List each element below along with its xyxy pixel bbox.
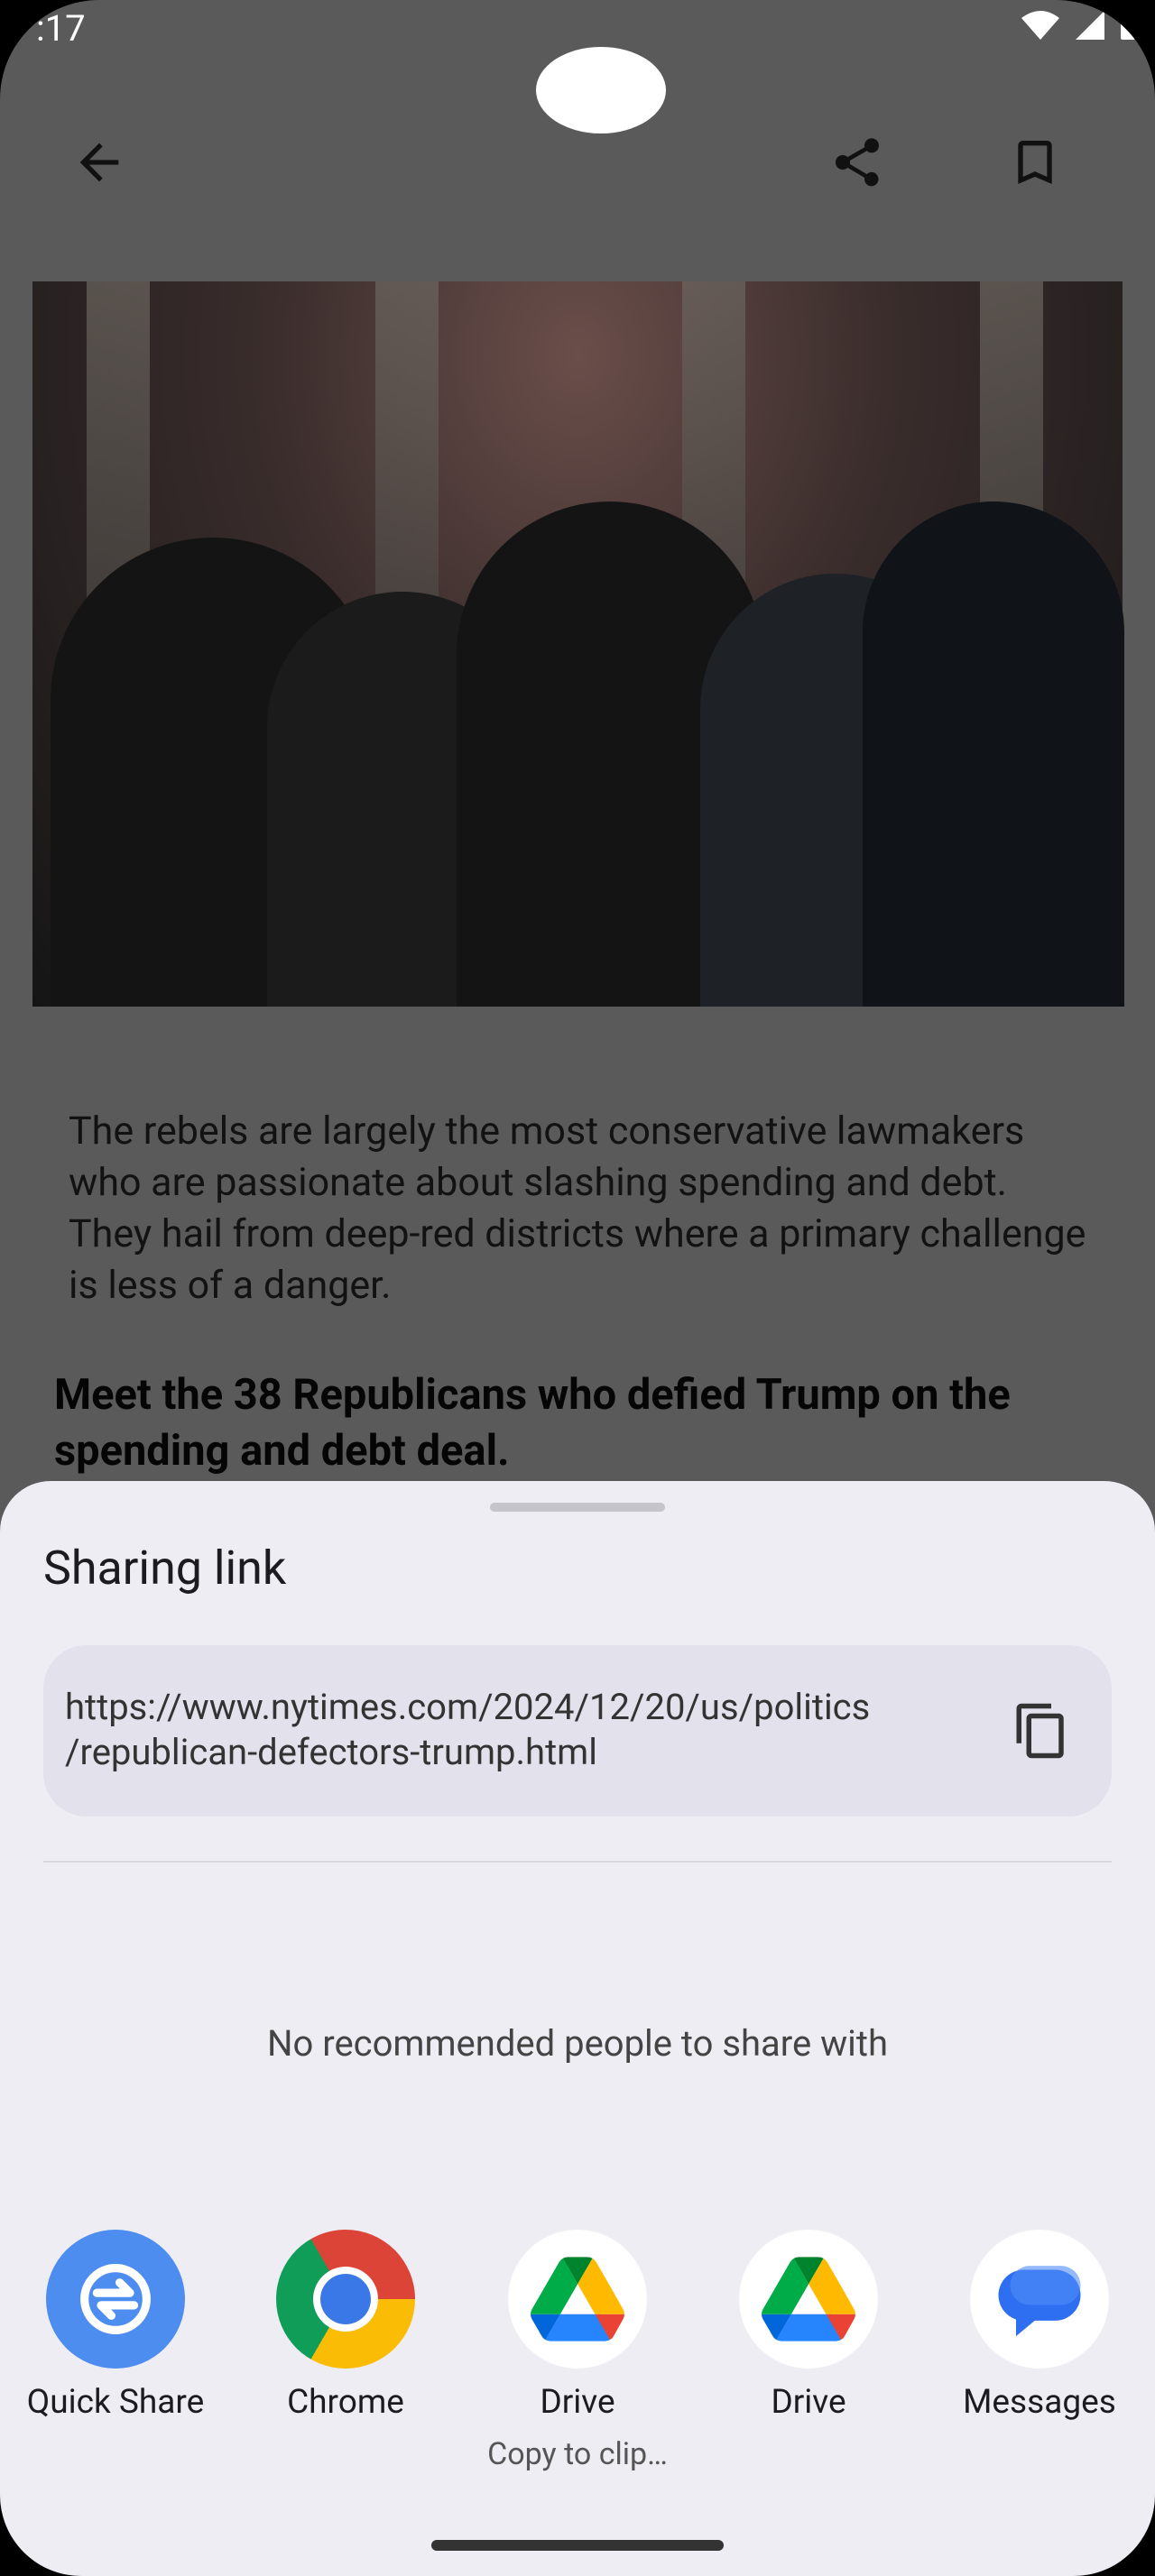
link-url-line2: /republican-defectors-trump.html bbox=[65, 1731, 597, 1773]
chrome-icon bbox=[276, 2230, 415, 2369]
quick-share-target[interactable]: Quick Share bbox=[3, 2230, 228, 2422]
status-time: :17 bbox=[36, 7, 86, 50]
bookmark-button[interactable] bbox=[999, 126, 1071, 198]
quick-share-label: Quick Share bbox=[26, 2383, 205, 2422]
chrome-label: Chrome bbox=[287, 2383, 404, 2422]
drive-label: Drive bbox=[771, 2383, 846, 2422]
phone-screen: :17 The rebels are largely the most cons… bbox=[0, 0, 1155, 2576]
link-preview: https://www.nytimes.com/2024/12/20/us/po… bbox=[43, 1645, 1112, 1817]
bookmark-icon bbox=[1018, 141, 1052, 184]
drive-sublabel: Copy to clip… bbox=[487, 2436, 668, 2472]
share-icon bbox=[836, 138, 879, 187]
messages-label: Messages bbox=[963, 2383, 1116, 2422]
link-url-line1: https://www.nytimes.com/2024/12/20/us/po… bbox=[65, 1686, 871, 1728]
sheet-title: Sharing link bbox=[43, 1541, 287, 1596]
wifi-icon bbox=[1021, 11, 1059, 40]
drive-target[interactable]: Drive bbox=[696, 2230, 921, 2422]
quick-share-icon bbox=[46, 2230, 185, 2369]
drive-copy-target[interactable]: Drive Copy to clip… bbox=[465, 2230, 690, 2472]
chrome-target[interactable]: Chrome bbox=[233, 2230, 458, 2422]
article-heading: Meet the 38 Republicans who defied Trump… bbox=[54, 1370, 1011, 1476]
no-recommended-people: No recommended people to share with bbox=[266, 2022, 888, 2065]
drive-icon bbox=[508, 2230, 647, 2369]
share-button[interactable] bbox=[821, 126, 893, 198]
drive-icon bbox=[739, 2230, 878, 2369]
camera-cutout bbox=[536, 47, 666, 133]
drag-handle[interactable] bbox=[490, 1503, 665, 1512]
messages-icon bbox=[970, 2230, 1109, 2369]
navigation-handle[interactable] bbox=[431, 2540, 724, 2551]
article-photo bbox=[32, 281, 1124, 1007]
signal-icon bbox=[1076, 11, 1104, 40]
copy-icon bbox=[1016, 1703, 1064, 1759]
status-icons bbox=[1020, 9, 1137, 41]
arrow-back-icon bbox=[79, 143, 119, 182]
copy-link-button[interactable] bbox=[1005, 1695, 1077, 1767]
link-url: https://www.nytimes.com/2024/12/20/us/po… bbox=[65, 1685, 967, 1775]
messages-target[interactable]: Messages bbox=[927, 2230, 1152, 2422]
share-sheet: Sharing link https://www.nytimes.com/202… bbox=[0, 1481, 1155, 2576]
back-button[interactable] bbox=[63, 126, 135, 198]
battery-icon bbox=[1121, 13, 1135, 40]
article-paragraph: The rebels are largely the most conserva… bbox=[69, 1109, 1086, 1308]
divider bbox=[43, 1861, 1112, 1863]
drive-label: Drive bbox=[540, 2383, 615, 2422]
